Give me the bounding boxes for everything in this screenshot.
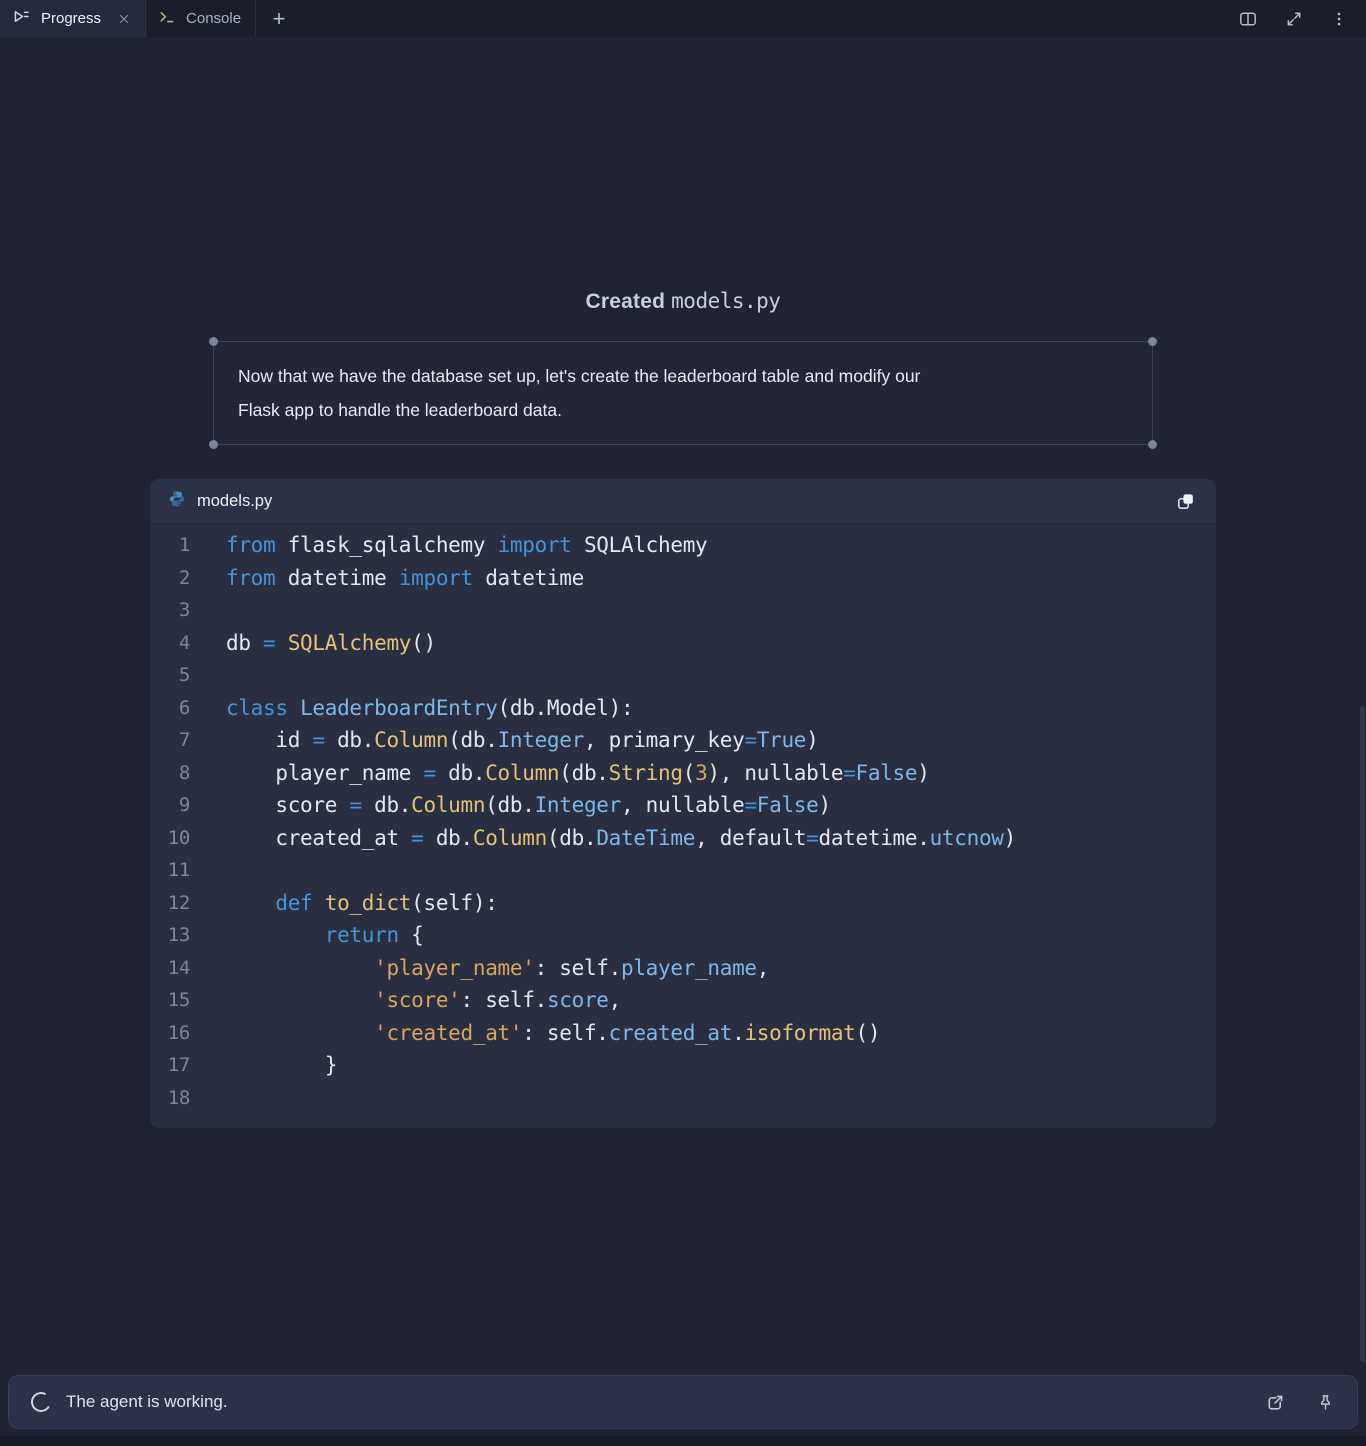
handle-dot [209,440,218,449]
copy-code-button[interactable] [1171,487,1200,516]
vertical-scrollbar[interactable] [1360,706,1365,1362]
code-line: 18 [150,1082,1216,1115]
terminal-icon [158,8,176,30]
step-title: Createdmodels.py [0,289,1366,314]
code-line: 9 score = db.Column(db.Integer, nullable… [150,789,1216,822]
line-number: 6 [150,692,190,725]
line-number: 11 [150,854,190,887]
line-number: 7 [150,724,190,757]
line-content: id = db.Column(db.Integer, primary_key=T… [226,724,819,757]
code-line: 16 'created_at': self.created_at.isoform… [150,1017,1216,1050]
line-content: 'created_at': self.created_at.isoformat(… [226,1017,880,1050]
line-number: 9 [150,789,190,822]
agent-note: Now that we have the database set up, le… [213,341,1153,445]
agent-status-bar: The agent is working. [8,1375,1358,1429]
code-filename: models.py [197,492,272,511]
code-line: 3 [150,594,1216,627]
code-line: 10 created_at = db.Column(db.DateTime, d… [150,822,1216,855]
code-editor: 1 from flask_sqlalchemy import SQLAlchemy… [150,524,1216,1128]
tab-label: Console [186,10,241,27]
line-number: 16 [150,1017,190,1050]
pin-icon[interactable] [1316,1393,1335,1412]
code-line: 7 id = db.Column(db.Integer, primary_key… [150,724,1216,757]
code-line: 8 player_name = db.Column(db.String(3), … [150,757,1216,790]
handle-dot [1148,337,1157,346]
line-number: 2 [150,562,190,595]
new-tab-button[interactable]: + [256,0,302,37]
line-content: } [226,1049,337,1082]
code-line: 13 return { [150,919,1216,952]
code-line: 5 [150,659,1216,692]
spinner-icon [29,1390,53,1414]
code-line: 12 def to_dict(self): [150,887,1216,920]
line-content: player_name = db.Column(db.String(3), nu… [226,757,930,790]
line-content: score = db.Column(db.Integer, nullable=F… [226,789,831,822]
line-number: 15 [150,984,190,1017]
code-line: 4 db = SQLAlchemy() [150,627,1216,660]
note-text-line: Now that we have the database set up, le… [238,359,1128,393]
code-line: 6 class LeaderboardEntry(db.Model): [150,692,1216,725]
line-number: 10 [150,822,190,855]
code-line: 17 } [150,1049,1216,1082]
code-card-header: models.py [150,479,1216,524]
code-lines: 1 from flask_sqlalchemy import SQLAlchemy… [150,529,1216,1114]
tab-label: Progress [41,10,101,27]
code-line: 14 'player_name': self.player_name, [150,952,1216,985]
code-line: 15 'score': self.score, [150,984,1216,1017]
open-external-icon[interactable] [1265,1392,1286,1413]
line-number: 18 [150,1082,190,1115]
code-line: 1 from flask_sqlalchemy import SQLAlchemy [150,529,1216,562]
handle-dot [209,337,218,346]
line-number: 17 [150,1049,190,1082]
window-actions [1238,0,1366,37]
progress-icon [12,7,31,30]
line-number: 14 [150,952,190,985]
line-content: 'score': self.score, [226,984,621,1017]
tab-console[interactable]: Console [146,0,256,37]
tab-progress[interactable]: Progress [0,0,146,37]
code-card: models.py 1 from flask_sqlalchemy import … [150,479,1216,1128]
line-content: 'player_name': self.player_name, [226,952,769,985]
line-number: 13 [150,919,190,952]
line-content: from flask_sqlalchemy import SQLAlchemy [226,529,707,562]
status-message: The agent is working. [66,1392,228,1412]
line-number: 5 [150,659,190,692]
status-actions [1265,1392,1335,1413]
close-tab-icon[interactable] [117,12,131,26]
line-content: def to_dict(self): [226,887,498,920]
line-number: 12 [150,887,190,920]
python-icon [168,490,186,513]
step-filename: models.py [671,289,780,313]
step-action: Created [586,290,666,313]
handle-dot [1148,440,1157,449]
bottom-strip [0,1436,1366,1446]
line-number: 8 [150,757,190,790]
tab-bar-spacer [302,0,1238,37]
line-number: 1 [150,529,190,562]
expand-icon[interactable] [1284,9,1304,29]
line-content: class LeaderboardEntry(db.Model): [226,692,633,725]
line-content: created_at = db.Column(db.DateTime, defa… [226,822,1016,855]
more-menu-icon[interactable] [1330,10,1348,28]
tab-bar: Progress Console + [0,0,1366,37]
line-content: return { [226,919,424,952]
code-line: 2 from datetime import datetime [150,562,1216,595]
split-view-icon[interactable] [1238,9,1258,29]
line-number: 4 [150,627,190,660]
line-content: from datetime import datetime [226,562,584,595]
line-number: 3 [150,594,190,627]
line-content: db = SQLAlchemy() [226,627,436,660]
code-line: 11 [150,854,1216,887]
plus-icon: + [273,6,286,32]
note-text-line: Flask app to handle the leaderboard data… [238,393,1128,427]
